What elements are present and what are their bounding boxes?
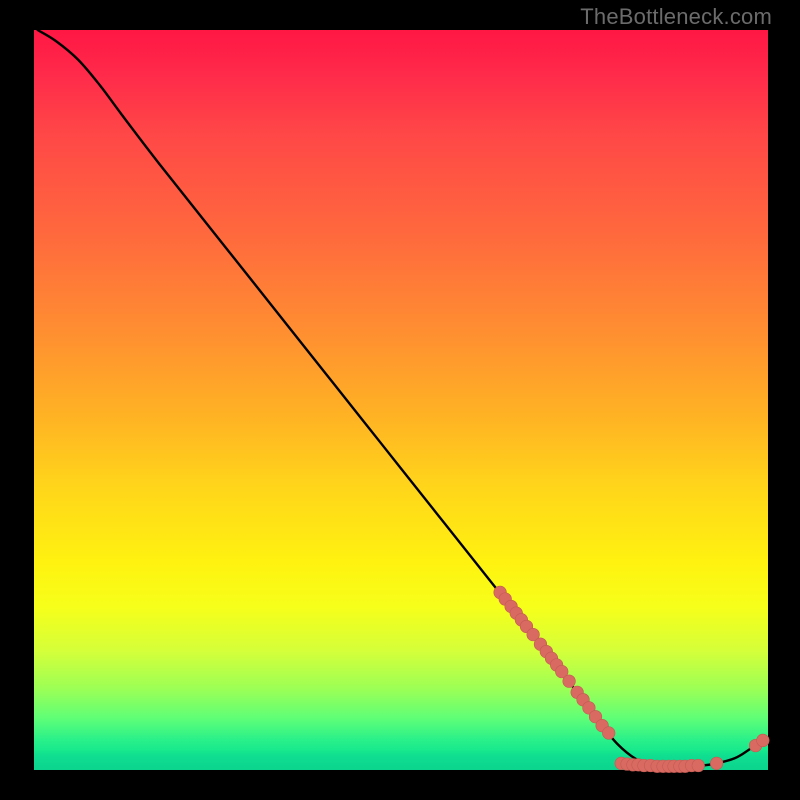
scatter-dot: [602, 727, 615, 740]
scatter-dot: [757, 734, 770, 747]
plot-svg: [34, 30, 768, 770]
scatter-dot: [692, 759, 705, 772]
scatter-points-group: [494, 586, 769, 772]
scatter-dot: [710, 757, 723, 770]
scatter-dot: [563, 675, 576, 688]
chart-frame: [34, 30, 768, 770]
bottleneck-curve: [38, 30, 765, 766]
watermark-text: TheBottleneck.com: [580, 4, 772, 30]
